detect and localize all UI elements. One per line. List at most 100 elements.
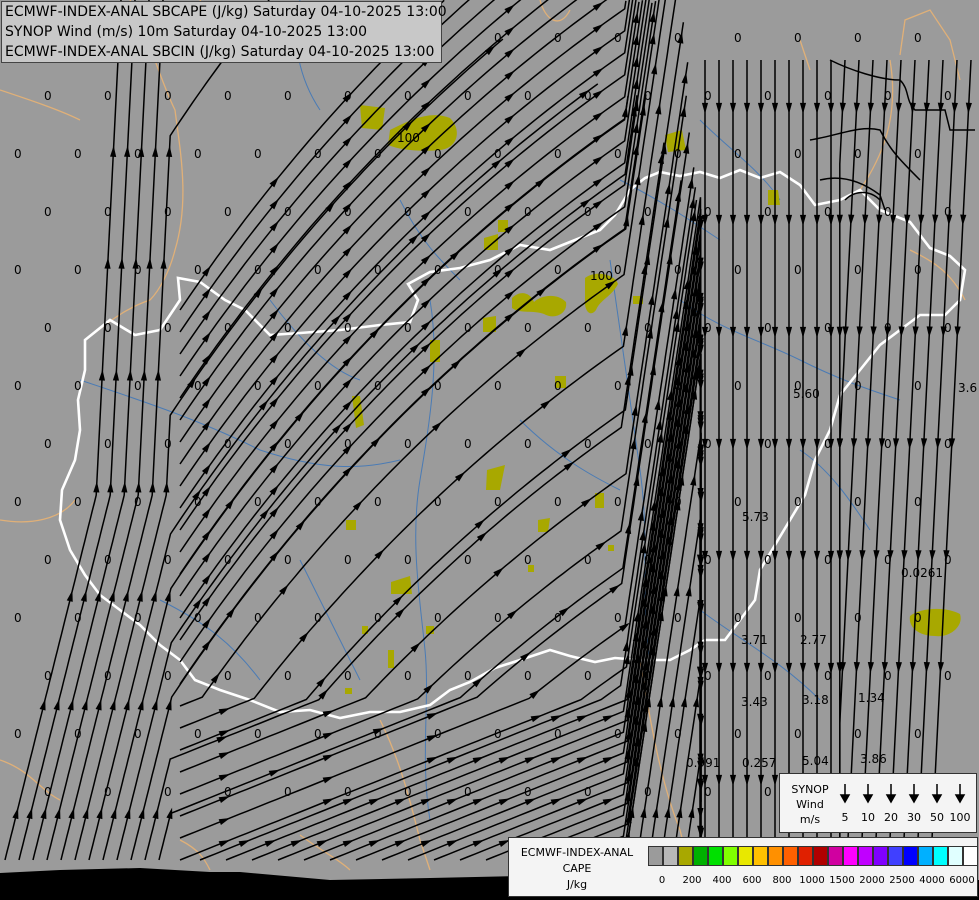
station-value: 0	[314, 611, 322, 625]
station-value: 0	[224, 553, 232, 567]
weather-map	[0, 0, 979, 900]
cape-legend-unit: J/kg	[566, 878, 588, 891]
cape-area	[430, 340, 440, 362]
station-value: 0	[554, 495, 562, 509]
station-value: 0	[74, 263, 82, 277]
cape-color-swatch	[963, 846, 978, 866]
station-value: 0	[674, 611, 682, 625]
station-value: 0	[614, 31, 622, 45]
cape-color-swatch	[753, 846, 768, 866]
cape-color-swatch	[663, 846, 678, 866]
station-value: 0	[44, 785, 52, 799]
station-value: 0	[824, 553, 832, 567]
station-value-highlight: 3.43	[741, 695, 768, 709]
station-value: 0	[584, 321, 592, 335]
station-value: 0	[554, 379, 562, 393]
station-value: 0	[584, 669, 592, 683]
station-value: 0	[404, 785, 412, 799]
wind-legend-arrowhead	[931, 794, 943, 804]
station-value: 0	[284, 89, 292, 103]
cape-scale-tick: 6000	[949, 875, 975, 886]
station-value: 0	[464, 785, 472, 799]
station-value: 0	[854, 611, 862, 625]
station-value: 0	[164, 321, 172, 335]
station-value: 0	[464, 669, 472, 683]
station-value: 0	[494, 263, 502, 277]
station-value: 0	[734, 263, 742, 277]
station-value-highlight: 100	[590, 269, 613, 283]
station-value: 0	[104, 321, 112, 335]
station-value: 0	[794, 611, 802, 625]
station-value: 0	[404, 437, 412, 451]
station-value: 0	[404, 669, 412, 683]
station-value-highlight: 5.73	[742, 510, 769, 524]
station-value: 0	[104, 437, 112, 451]
station-value: 0	[44, 437, 52, 451]
station-value: 0	[854, 379, 862, 393]
station-value: 0	[74, 147, 82, 161]
cape-color-swatch	[903, 846, 918, 866]
station-value: 0	[344, 437, 352, 451]
station-value: 0	[764, 89, 772, 103]
station-value: 0	[644, 437, 652, 451]
station-value-highlight: 100	[397, 131, 420, 145]
station-value: 0	[554, 263, 562, 277]
station-value: 0	[704, 785, 712, 799]
station-value: 0	[944, 437, 952, 451]
station-value: 0	[914, 263, 922, 277]
station-value: 0	[674, 147, 682, 161]
station-value: 0	[224, 321, 232, 335]
wind-legend-arrowhead	[862, 794, 874, 804]
station-value: 0	[314, 147, 322, 161]
station-value: 0	[134, 495, 142, 509]
title-wind: SYNOP Wind (m/s) 10m Saturday 04-10-2025…	[5, 24, 368, 40]
station-value: 0	[494, 727, 502, 741]
station-value-highlight: 0.0261	[901, 566, 943, 580]
station-value: 0	[524, 205, 532, 219]
station-value: 0	[884, 437, 892, 451]
station-value: 0	[584, 785, 592, 799]
wind-speed-label: 50	[930, 811, 944, 824]
station-value: 0	[644, 669, 652, 683]
station-value: 0	[164, 205, 172, 219]
station-value: 0	[494, 147, 502, 161]
station-value: 0	[854, 727, 862, 741]
station-value: 0	[914, 495, 922, 509]
title-box: ECMWF-INDEX-ANAL SBCAPE (J/kg) Saturday …	[1, 1, 447, 63]
station-value: 0	[554, 147, 562, 161]
wind-legend-arrowhead	[885, 794, 897, 804]
station-value: 0	[824, 437, 832, 451]
station-value: 0	[344, 553, 352, 567]
station-value: 0	[524, 785, 532, 799]
cape-color-swatch	[693, 846, 708, 866]
station-value: 0	[554, 611, 562, 625]
station-value: 0	[44, 89, 52, 103]
station-value: 0	[14, 379, 22, 393]
station-value: 0	[734, 147, 742, 161]
station-value: 0	[944, 669, 952, 683]
title-cin: ECMWF-INDEX-ANAL SBCIN (J/kg) Saturday 0…	[5, 44, 435, 60]
station-value: 0	[914, 147, 922, 161]
station-value: 0	[824, 321, 832, 335]
station-value: 0	[134, 147, 142, 161]
station-value: 0	[884, 321, 892, 335]
station-value: 0	[254, 611, 262, 625]
station-value-highlight: 5.04	[802, 754, 829, 768]
station-value: 0	[224, 205, 232, 219]
wind-legend-arrows	[839, 784, 966, 804]
cape-legend-subtitle: CAPE	[562, 862, 592, 875]
station-value: 0	[464, 553, 472, 567]
station-value: 0	[104, 205, 112, 219]
station-value: 0	[194, 379, 202, 393]
cape-color-swatch	[783, 846, 798, 866]
station-value: 0	[254, 147, 262, 161]
station-value: 0	[794, 147, 802, 161]
station-value: 0	[584, 205, 592, 219]
station-value-highlight: 3.71	[741, 633, 768, 647]
station-value-highlight: 3.6	[958, 381, 978, 395]
station-value: 0	[344, 785, 352, 799]
station-value: 0	[374, 263, 382, 277]
station-value: 0	[464, 205, 472, 219]
station-value: 0	[614, 495, 622, 509]
cape-legend: ECMWF-INDEX-ANAL CAPE J/kg 0 200 400 600 800…	[508, 837, 978, 897]
